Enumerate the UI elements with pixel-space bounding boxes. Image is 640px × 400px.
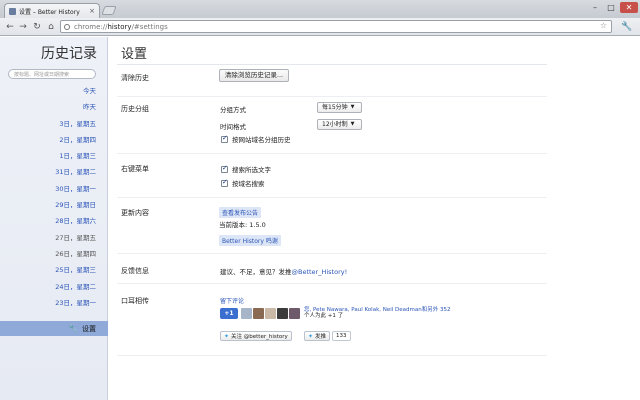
twitter-follow-button[interactable]: ✦ 关注 @better_history <box>220 331 292 341</box>
gplus-widget: +1 您, Pete Nawara, Paul Kolak, Neil Dead… <box>220 307 451 319</box>
section-label: 右键菜单 <box>121 165 149 173</box>
title-bar: 设置 – Better History × – □ ✕ <box>0 0 640 18</box>
tab-close-icon[interactable]: × <box>89 7 95 15</box>
time-format-value: 12小时制 <box>322 121 348 128</box>
section-clear-history: 清除历史 清除浏览历史记录... <box>117 69 547 97</box>
search-selected-checkbox[interactable]: 搜索所选文字 <box>221 164 271 174</box>
wrench-icon: 🔧 <box>68 324 78 333</box>
url-text: chrome://history/#settings <box>74 22 168 31</box>
bookmark-star-icon[interactable]: ☆ <box>600 21 607 30</box>
twitter-bird-icon: ✦ <box>308 332 314 340</box>
address-bar[interactable]: chrome://history/#settings ☆ <box>60 20 612 33</box>
twitter-bird-icon: ✦ <box>224 332 230 340</box>
maximize-icon[interactable]: □ <box>604 2 618 13</box>
tab-title: 设置 – Better History <box>19 8 80 16</box>
checkbox-label: 按网站域名分组历史 <box>232 136 291 144</box>
sidebar-item-day[interactable]: 30日，星期一 <box>0 181 108 197</box>
sidebar-item-day[interactable]: 25日，星期三 <box>0 262 108 278</box>
gplus-button[interactable]: +1 <box>220 307 238 319</box>
browser-toolbar: ← → ↻ ⌂ chrome://history/#settings ☆ 🔧 <box>0 18 640 36</box>
page-title: 设置 <box>121 47 148 62</box>
sidebar-item-day[interactable]: 23日，星期一 <box>0 295 108 311</box>
sidebar-item-day[interactable]: 3日，星期五 <box>0 116 108 132</box>
checkbox-checked-icon <box>221 164 228 173</box>
section-social: 口耳相传 留下评论 +1 您, Pete Nawara, Paul Kolak,… <box>117 286 547 356</box>
section-updates: 更新内容 查看发布公告 当前版本: 1.5.0 Better History 鸣… <box>117 200 547 254</box>
tweet-button[interactable]: ✦ 发推 <box>304 331 331 341</box>
gplus-count-text: 个人为此 +1 了 <box>304 313 344 319</box>
search-input[interactable]: 按标题、网址或日期搜索 <box>8 69 96 79</box>
sidebar-item-settings[interactable]: 🔧 设置 <box>0 321 108 336</box>
avatar <box>253 307 264 319</box>
new-tab-button[interactable] <box>101 6 117 15</box>
avatar <box>241 307 252 319</box>
section-label: 口耳相传 <box>121 297 149 305</box>
sidebar-item-day[interactable]: 24日，星期二 <box>0 279 108 295</box>
sidebar-item-day[interactable]: 27日，星期五 <box>0 230 108 246</box>
feedback-prompt: 建议、不足，意见？发推 <box>220 268 292 276</box>
page-icon <box>64 23 70 30</box>
follow-label: 关注 @better_history <box>231 334 288 340</box>
section-context-menu: 右键菜单 搜索所选文字 按域名搜索 <box>117 156 547 198</box>
avatar-group <box>241 307 301 319</box>
wrench-menu-icon[interactable]: 🔧 <box>619 20 635 33</box>
sidebar-title: 历史记录 <box>41 46 97 62</box>
tweet-label: 发推 <box>315 334 327 340</box>
sidebar-item-day[interactable]: 2日，星期四 <box>0 132 108 148</box>
gplus-text: 您, Pete Nawara, Paul Kolak, Neil Deadman… <box>304 307 451 319</box>
checkbox-checked-icon <box>221 178 228 187</box>
section-label: 反馈信息 <box>121 267 149 275</box>
release-notes-link[interactable]: 查看发布公告 <box>219 207 262 218</box>
minimize-icon[interactable]: – <box>588 2 602 13</box>
avatar <box>265 307 276 319</box>
day-list: 今天 昨天 3日，星期五 2日，星期四 1日，星期三 31日，星期二 30日，星… <box>0 83 108 311</box>
section-label: 清除历史 <box>121 74 149 82</box>
sidebar-item-day[interactable]: 29日，星期日 <box>0 197 108 213</box>
section-label: 历史分组 <box>121 105 149 113</box>
section-feedback: 反馈信息 建议、不足，意见？发推@Better_History! <box>117 256 547 284</box>
credits-link[interactable]: Better History 鸣谢 <box>219 235 281 246</box>
section-label: 更新内容 <box>121 209 149 217</box>
forward-icon[interactable]: → <box>17 20 29 33</box>
settings-panel: 设置 清除历史 清除浏览历史记录... 历史分组 分组方式 每15分钟 ▼ 时间格… <box>109 37 640 400</box>
browser-tab[interactable]: 设置 – Better History × <box>4 3 100 18</box>
sidebar-item-day[interactable]: 1日，星期三 <box>0 148 108 164</box>
time-group-select[interactable]: 每15分钟 ▼ <box>317 102 362 113</box>
tweet-count: 133 <box>332 331 351 341</box>
twitter-handle-link[interactable]: @Better_History! <box>292 268 348 276</box>
sidebar-settings-label: 设置 <box>82 324 96 333</box>
sidebar-item-day[interactable]: 28日，星期六 <box>0 213 108 229</box>
sidebar-item-day[interactable]: 26日，星期四 <box>0 246 108 262</box>
time-format-select[interactable]: 12小时制 ▼ <box>317 119 362 130</box>
chevron-down-icon: ▼ <box>350 104 355 110</box>
home-icon[interactable]: ⌂ <box>45 20 57 33</box>
search-domain-checkbox[interactable]: 按域名搜索 <box>221 178 265 188</box>
clear-history-button[interactable]: 清除浏览历史记录... <box>219 69 289 82</box>
time-format-label: 时间格式 <box>220 123 246 131</box>
checkbox-label: 按域名搜索 <box>232 180 265 188</box>
sidebar: 历史记录 按标题、网址或日期搜索 今天 昨天 3日，星期五 2日，星期四 1日，… <box>0 37 108 400</box>
checkbox-label: 搜索所选文字 <box>232 166 271 174</box>
sidebar-item-day[interactable]: 昨天 <box>0 99 108 115</box>
window-close-icon[interactable]: ✕ <box>620 2 638 13</box>
sidebar-item-day[interactable]: 31日，星期二 <box>0 164 108 180</box>
tab-favicon-icon <box>9 7 16 15</box>
version-text: 当前版本: 1.5.0 <box>219 221 266 229</box>
chevron-down-icon: ▼ <box>350 121 355 127</box>
time-group-label: 分组方式 <box>220 106 246 114</box>
reload-icon[interactable]: ↻ <box>31 20 43 33</box>
time-group-value: 每15分钟 <box>322 104 348 111</box>
checkbox-checked-icon <box>221 134 228 143</box>
back-icon[interactable]: ← <box>4 20 16 33</box>
domain-group-checkbox[interactable]: 按网站域名分组历史 <box>221 134 291 144</box>
divider <box>117 64 547 65</box>
avatar <box>277 307 288 319</box>
avatar <box>289 307 300 319</box>
review-link[interactable]: 留下评论 <box>220 296 244 305</box>
sidebar-item-day[interactable]: 今天 <box>0 83 108 99</box>
feedback-text: 建议、不足，意见？发推@Better_History! <box>220 266 347 276</box>
section-grouping: 历史分组 分组方式 每15分钟▼ 时间格式 12小时制▼ 按网站域名分组历史 <box>117 99 547 154</box>
